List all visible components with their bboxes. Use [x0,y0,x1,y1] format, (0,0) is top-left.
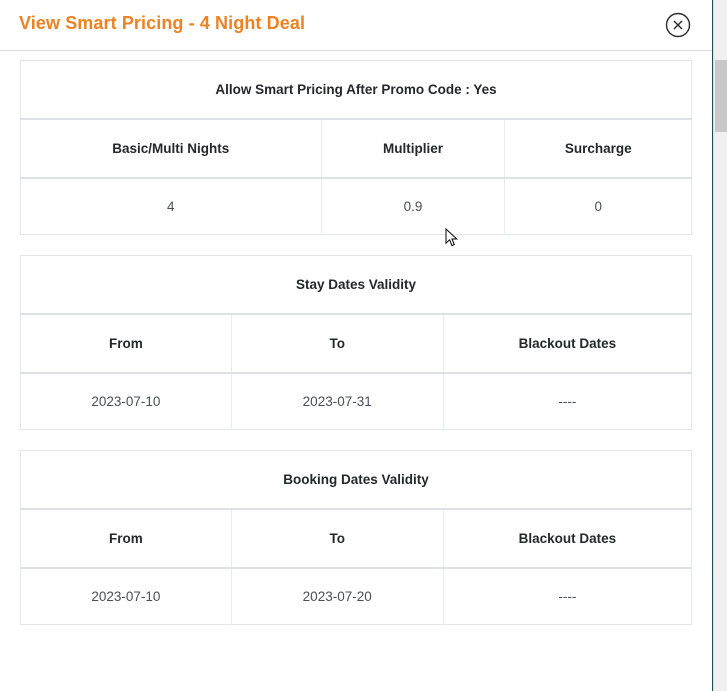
column-header-blackout-dates: Blackout Dates [443,509,692,569]
table-header-row: From To Blackout Dates [20,509,692,569]
table-caption: Booking Dates Validity [20,450,692,510]
page-title: View Smart Pricing - 4 Night Deal [19,13,306,33]
table-caption: Stay Dates Validity [20,255,692,315]
close-icon[interactable] [665,12,691,38]
vertical-scrollbar[interactable] [713,0,727,691]
cell-multiplier: 0.9 [321,178,506,235]
cell-from: 2023-07-10 [20,373,232,430]
cell-to: 2023-07-20 [231,568,444,625]
column-header-from: From [20,509,232,569]
cell-blackout-dates: ---- [443,373,692,430]
cell-surcharge: 0 [504,178,692,235]
cell-to: 2023-07-31 [231,373,444,430]
view-smart-pricing-modal: View Smart Pricing - 4 Night Deal Allow … [0,0,713,691]
table-row: 4 0.9 0 [20,178,692,235]
table-header-row: Basic/Multi Nights Multiplier Surcharge [20,119,692,179]
modal-body: Allow Smart Pricing After Promo Code : Y… [0,51,712,625]
table-caption-row: Stay Dates Validity [20,255,692,315]
cell-from: 2023-07-10 [20,568,232,625]
column-header-from: From [20,314,232,374]
table-header-row: From To Blackout Dates [20,314,692,374]
table-caption: Allow Smart Pricing After Promo Code : Y… [20,60,692,120]
booking-dates-validity-table: Booking Dates Validity From To Blackout … [20,450,692,625]
smart-pricing-table: Allow Smart Pricing After Promo Code : Y… [20,60,692,235]
table-caption-row: Booking Dates Validity [20,450,692,510]
column-header-multiplier: Multiplier [321,119,506,179]
column-header-blackout-dates: Blackout Dates [443,314,692,374]
column-header-surcharge: Surcharge [504,119,692,179]
scrollbar-thumb[interactable] [715,60,727,132]
cell-basic-multi-nights: 4 [20,178,322,235]
cell-blackout-dates: ---- [443,568,692,625]
close-circle-icon [665,12,691,38]
stay-dates-validity-table: Stay Dates Validity From To Blackout Dat… [20,255,692,430]
table-row: 2023-07-10 2023-07-31 ---- [20,373,692,430]
table-row: 2023-07-10 2023-07-20 ---- [20,568,692,625]
table-caption-row: Allow Smart Pricing After Promo Code : Y… [20,60,692,120]
column-header-to: To [231,509,444,569]
modal-header: View Smart Pricing - 4 Night Deal [0,0,712,51]
column-header-to: To [231,314,444,374]
column-header-basic-multi-nights: Basic/Multi Nights [20,119,322,179]
